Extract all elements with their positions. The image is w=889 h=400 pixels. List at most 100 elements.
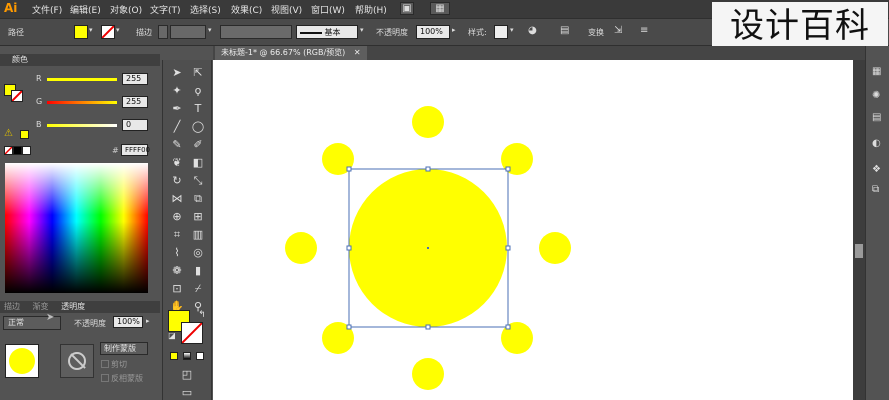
in-gamut-swatch[interactable] [20, 130, 29, 139]
artboards-icon[interactable]: ⧉ [872, 184, 879, 195]
ellipse-tool-icon[interactable]: ◯ [189, 118, 207, 136]
slice-tool-icon[interactable]: ⌿ [189, 280, 207, 298]
type-tool-icon[interactable]: T [189, 100, 207, 118]
make-mask-button[interactable]: 制作蒙版 [100, 342, 148, 355]
blob-brush-tool-icon[interactable]: ❦ [168, 154, 186, 172]
invert-mask-checkbox[interactable] [101, 374, 109, 382]
chevron-down-icon[interactable]: ▾ [360, 26, 364, 34]
gradient-mode-icon[interactable] [183, 352, 191, 360]
black-swatch[interactable] [13, 146, 22, 155]
mask-thumbnail[interactable] [60, 344, 94, 378]
chevron-down-icon[interactable]: ▾ [89, 26, 93, 34]
tab-stroke[interactable]: 描边 [4, 302, 20, 311]
stroke-color-swatch[interactable] [11, 90, 23, 102]
artwork-thumbnail[interactable] [5, 344, 39, 378]
menu-type[interactable]: 文字(T) [150, 3, 181, 16]
pathfinder-icon[interactable]: ◐ [872, 138, 881, 149]
pencil-tool-icon[interactable]: ✐ [189, 136, 207, 154]
panel-menu-icon[interactable]: ≡ [640, 25, 648, 36]
stroke-weight-stepper[interactable] [158, 25, 168, 39]
out-of-gamut-warning-icon[interactable]: ⚠ [4, 128, 13, 139]
line-tool-icon[interactable]: ╱ [168, 118, 186, 136]
appearance-icon[interactable]: ✺ [872, 90, 880, 101]
isolate-icon[interactable]: ⇲ [614, 25, 622, 36]
chevron-down-icon[interactable]: ▾ [510, 26, 514, 34]
stroke-weight-input[interactable] [170, 25, 206, 39]
magic-wand-tool-icon[interactable]: ✦ [168, 82, 186, 100]
eraser-tool-icon[interactable]: ◧ [189, 154, 207, 172]
direct-selection-tool-icon[interactable]: ⇱ [189, 64, 207, 82]
gradient-tool-icon[interactable]: ▥ [189, 226, 207, 244]
eyedropper-tool-icon[interactable]: ⌇ [168, 244, 186, 262]
paintbrush-tool-icon[interactable]: ✎ [168, 136, 186, 154]
recolor-artwork-icon[interactable]: ◕ [528, 25, 537, 36]
green-channel-slider[interactable] [47, 101, 117, 104]
perspective-grid-tool-icon[interactable]: ⊞ [189, 208, 207, 226]
sun-ray-dot-left[interactable] [285, 232, 317, 264]
screen-mode-icon[interactable]: ▭ [178, 384, 196, 400]
column-graph-tool-icon[interactable]: ▮ [189, 262, 207, 280]
green-channel-value[interactable]: 255 [122, 96, 148, 108]
pen-tool-icon[interactable]: ✒ [168, 100, 186, 118]
artboard-canvas[interactable] [213, 60, 853, 400]
document-tab[interactable]: 未标题-1* @ 66.67% (RGB/预览) ✕ [215, 46, 367, 60]
vertical-scrollbar[interactable] [853, 60, 865, 400]
arrange-documents-icon[interactable]: ▦ [430, 2, 450, 15]
close-icon[interactable]: ✕ [354, 48, 361, 57]
chevron-down-icon[interactable]: ▾ [208, 26, 212, 34]
tab-gradient[interactable]: 渐变 [33, 302, 49, 311]
menu-select[interactable]: 选择(S) [190, 3, 221, 16]
blend-tool-icon[interactable]: ◎ [189, 244, 207, 262]
menu-object[interactable]: 对象(O) [110, 3, 142, 16]
chevron-down-icon[interactable]: ▾ [116, 26, 120, 34]
lasso-tool-icon[interactable]: ϙ [189, 82, 207, 100]
selection-tool-icon[interactable]: ➤ [168, 64, 186, 82]
sun-ray-dot-right[interactable] [539, 232, 571, 264]
opacity-label[interactable]: 不透明度 [376, 27, 408, 38]
red-channel-value[interactable]: 255 [122, 73, 148, 85]
free-transform-tool-icon[interactable]: ⧉ [189, 190, 207, 208]
red-channel-slider[interactable] [47, 78, 117, 81]
none-color-swatch[interactable] [4, 146, 13, 155]
drawing-mode-icon[interactable]: ◰ [178, 366, 196, 384]
swap-fill-stroke-icon[interactable]: ↰ [193, 306, 211, 324]
rotate-tool-icon[interactable]: ↻ [168, 172, 186, 190]
menu-help[interactable]: 帮助(H) [355, 3, 387, 16]
hex-color-value[interactable]: FFFF00 [121, 144, 150, 156]
menu-effect[interactable]: 效果(C) [231, 3, 262, 16]
scrollbar-thumb[interactable] [855, 244, 863, 258]
chevron-right-icon[interactable]: ▸ [146, 317, 150, 325]
color-mode-icon[interactable] [170, 352, 178, 360]
chevron-right-icon[interactable]: ▸ [452, 26, 456, 34]
default-colors-icon[interactable]: ◪ [163, 327, 181, 345]
variable-width-profile[interactable] [220, 25, 292, 39]
mesh-tool-icon[interactable]: ⌗ [168, 226, 186, 244]
transform-label[interactable]: 变换 [588, 27, 604, 38]
color-guide-icon[interactable]: ▦ [872, 66, 881, 77]
width-tool-icon[interactable]: ⋈ [168, 190, 186, 208]
shape-builder-tool-icon[interactable]: ⊕ [168, 208, 186, 226]
tab-transparency[interactable]: 透明度 [61, 302, 85, 311]
sun-ray-dot-bottom[interactable] [412, 358, 444, 390]
blue-channel-value[interactable]: 0 [122, 119, 148, 131]
menu-window[interactable]: 窗口(W) [311, 3, 345, 16]
menu-edit[interactable]: 编辑(E) [70, 3, 101, 16]
fill-swatch[interactable] [74, 25, 88, 39]
brush-definition[interactable]: 基本 [296, 25, 358, 39]
graphic-style-swatch[interactable] [494, 25, 508, 39]
stroke-swatch[interactable] [101, 25, 115, 39]
layers-icon[interactable]: ❖ [872, 164, 881, 175]
transparency-opacity-input[interactable]: 100% [113, 316, 143, 328]
bridge-icon[interactable]: ▣ [400, 2, 414, 15]
symbol-sprayer-tool-icon[interactable]: ❁ [168, 262, 186, 280]
none-mode-icon[interactable] [196, 352, 204, 360]
artboard-tool-icon[interactable]: ⊡ [168, 280, 186, 298]
menu-view[interactable]: 视图(V) [271, 3, 302, 16]
white-swatch[interactable] [22, 146, 31, 155]
opacity-input[interactable]: 100% [416, 25, 450, 39]
scale-tool-icon[interactable]: ⤡ [189, 172, 207, 190]
clip-checkbox[interactable] [101, 360, 109, 368]
color-spectrum[interactable] [5, 163, 148, 293]
tools-stroke-swatch[interactable] [181, 322, 203, 344]
brushes-icon[interactable]: ▤ [872, 112, 881, 123]
